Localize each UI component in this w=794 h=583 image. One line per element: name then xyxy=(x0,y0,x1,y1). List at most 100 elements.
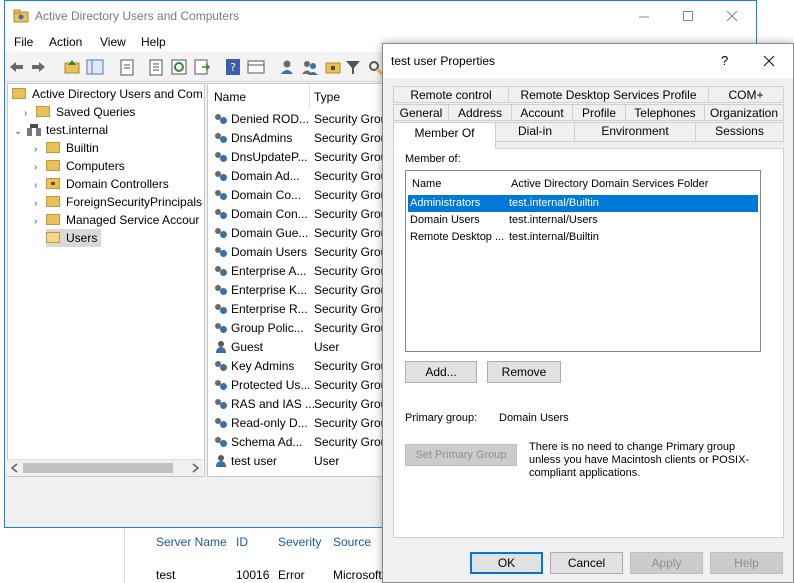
set-primary-group-button[interactable]: Set Primary Group xyxy=(405,444,517,466)
list-row[interactable]: Enterprise A... Security Group xyxy=(214,262,388,281)
tree-item-foreign-security-principals[interactable]: › ForeignSecurityPrincipals xyxy=(34,193,202,211)
minimize-button[interactable] xyxy=(622,1,666,32)
dialog-close-icon[interactable] xyxy=(763,55,775,67)
tab-sessions[interactable]: Sessions xyxy=(695,122,784,142)
scroll-left-icon[interactable] xyxy=(10,463,20,473)
objects-list-pane[interactable]: Name Type Denied ROD... Security Group Dns… xyxy=(207,83,389,477)
menu-view[interactable]: View xyxy=(100,35,126,49)
chevron-down-icon[interactable]: ⌄ xyxy=(14,123,26,141)
member-of-list[interactable]: Name Active Directory Domain Services Fo… xyxy=(405,170,761,352)
tab-environment[interactable]: Environment xyxy=(574,122,696,142)
list-row[interactable]: Enterprise K... Security Group xyxy=(214,281,388,300)
tab-general[interactable]: General xyxy=(393,104,449,121)
members-col-name[interactable]: Name xyxy=(412,178,441,190)
tab-organization[interactable]: Organization xyxy=(704,104,784,121)
tab-profile[interactable]: Profile xyxy=(572,104,626,121)
ok-button[interactable]: OK xyxy=(470,552,543,574)
help-book-icon[interactable]: ? xyxy=(223,57,243,77)
list-row[interactable]: test user User xyxy=(214,452,339,471)
menu-file[interactable]: File xyxy=(14,35,33,49)
member-row[interactable]: Remote Desktop ... test.internal/Builtin xyxy=(408,229,758,246)
tree-item-builtin[interactable]: › Builtin xyxy=(34,139,99,157)
member-row[interactable]: Domain Users test.internal/Users xyxy=(408,212,758,229)
list-row[interactable]: Domain Users Security Group xyxy=(214,243,388,262)
event-col-server[interactable]: Server Name xyxy=(156,535,227,549)
tree-item-domain[interactable]: ⌄ test.internal xyxy=(14,121,108,139)
tab-rds-profile[interactable]: Remote Desktop Services Profile xyxy=(508,86,709,103)
properties-icon[interactable] xyxy=(146,57,166,77)
list-row[interactable]: RAS and IAS ... Security Group xyxy=(214,395,388,414)
dialog-titlebar[interactable]: test user Properties ? xyxy=(383,44,793,78)
event-col-source[interactable]: Source xyxy=(333,535,371,549)
refresh-icon[interactable] xyxy=(169,57,189,77)
forward-icon[interactable] xyxy=(28,57,48,77)
new-ou-icon[interactable] xyxy=(323,57,343,77)
list-row[interactable]: Domain Gue... Security Group xyxy=(214,224,388,243)
column-divider[interactable] xyxy=(309,84,310,108)
view-pane-icon[interactable] xyxy=(246,57,266,77)
list-row[interactable]: Read-only D... Security Group xyxy=(214,414,388,433)
list-row[interactable]: DnsUpdateP... Security Group xyxy=(214,148,388,167)
event-divider xyxy=(124,528,125,583)
list-row[interactable]: Group Polic... Security Group xyxy=(214,319,388,338)
help-button[interactable]: Help xyxy=(710,552,783,574)
aduc-app-icon xyxy=(13,9,29,23)
new-user-icon[interactable] xyxy=(277,57,297,77)
new-group-icon[interactable] xyxy=(300,57,320,77)
close-button[interactable] xyxy=(710,1,754,32)
tree-item-domain-controllers[interactable]: › Domain Controllers xyxy=(34,175,169,193)
tab-member-of[interactable]: Member Of xyxy=(393,122,496,149)
scroll-right-icon[interactable] xyxy=(190,463,200,473)
list-row[interactable]: DnsAdmins Security Group xyxy=(214,129,388,148)
remove-button[interactable]: Remove xyxy=(487,361,561,383)
tab-address[interactable]: Address xyxy=(448,104,512,121)
list-row[interactable]: Domain Ad... Security Group xyxy=(214,167,388,186)
list-row[interactable]: Schema Ad... Security Group xyxy=(214,433,388,452)
event-cell-source[interactable]: Microsoft xyxy=(333,568,382,582)
tree-item-computers[interactable]: › Computers xyxy=(34,157,125,175)
chevron-right-icon[interactable]: › xyxy=(34,213,46,231)
list-row[interactable]: Enterprise R... Security Group xyxy=(214,300,388,319)
list-col-type[interactable]: Type xyxy=(314,90,340,104)
help-question-icon[interactable]: ? xyxy=(721,53,728,68)
list-row[interactable]: Key Admins Security Group xyxy=(214,357,388,376)
tree-item-users[interactable]: Users xyxy=(46,229,102,247)
list-row[interactable]: Guest User xyxy=(214,338,339,357)
show-hide-tree-icon[interactable] xyxy=(85,57,105,77)
add-button[interactable]: Add... xyxy=(405,361,477,383)
up-folder-icon[interactable] xyxy=(62,57,82,77)
event-cell-server[interactable]: test xyxy=(156,568,175,582)
maximize-button[interactable] xyxy=(666,1,710,32)
apply-button[interactable]: Apply xyxy=(630,552,703,574)
tree-root[interactable]: Active Directory Users and Com xyxy=(12,85,203,103)
tree-item-saved-queries[interactable]: › Saved Queries xyxy=(24,103,135,121)
list-row[interactable]: Domain Con... Security Group xyxy=(214,205,388,224)
event-col-id[interactable]: ID xyxy=(236,535,248,549)
tab-telephones[interactable]: Telephones xyxy=(625,104,705,121)
tree-horizontal-scrollbar[interactable] xyxy=(7,459,203,476)
back-icon[interactable] xyxy=(7,57,27,77)
filter-icon[interactable] xyxy=(343,57,363,77)
member-row[interactable]: Administrators test.internal/Builtin xyxy=(408,195,758,212)
menu-help[interactable]: Help xyxy=(141,35,166,49)
event-cell-id[interactable]: 10016 xyxy=(236,568,269,582)
clipboard-icon[interactable] xyxy=(117,57,137,77)
list-col-name[interactable]: Name xyxy=(214,90,246,104)
menu-action[interactable]: Action xyxy=(49,35,82,49)
tab-dial-in[interactable]: Dial-in xyxy=(495,122,575,142)
tab-remote-control[interactable]: Remote control xyxy=(393,86,509,103)
export-list-icon[interactable] xyxy=(192,57,212,77)
event-col-severity[interactable]: Severity xyxy=(278,535,321,549)
tab-complus[interactable]: COM+ xyxy=(708,86,784,103)
members-col-folder[interactable]: Active Directory Domain Services Folder xyxy=(511,178,708,190)
tab-account[interactable]: Account xyxy=(511,104,573,121)
tree-pane[interactable]: Active Directory Users and Com › Saved Qu… xyxy=(7,83,205,477)
cancel-button[interactable]: Cancel xyxy=(550,552,623,574)
list-row[interactable]: Protected Us... Security Group xyxy=(214,376,388,395)
list-row[interactable]: Domain Co... Security Group xyxy=(214,186,388,205)
aduc-titlebar[interactable]: Active Directory Users and Computers xyxy=(5,1,756,32)
list-row[interactable]: Denied ROD... Security Group xyxy=(214,110,388,129)
tree-item-managed-service-accounts[interactable]: › Managed Service Accour xyxy=(34,211,199,229)
event-cell-severity[interactable]: Error xyxy=(278,568,305,582)
scroll-thumb[interactable] xyxy=(23,463,173,473)
